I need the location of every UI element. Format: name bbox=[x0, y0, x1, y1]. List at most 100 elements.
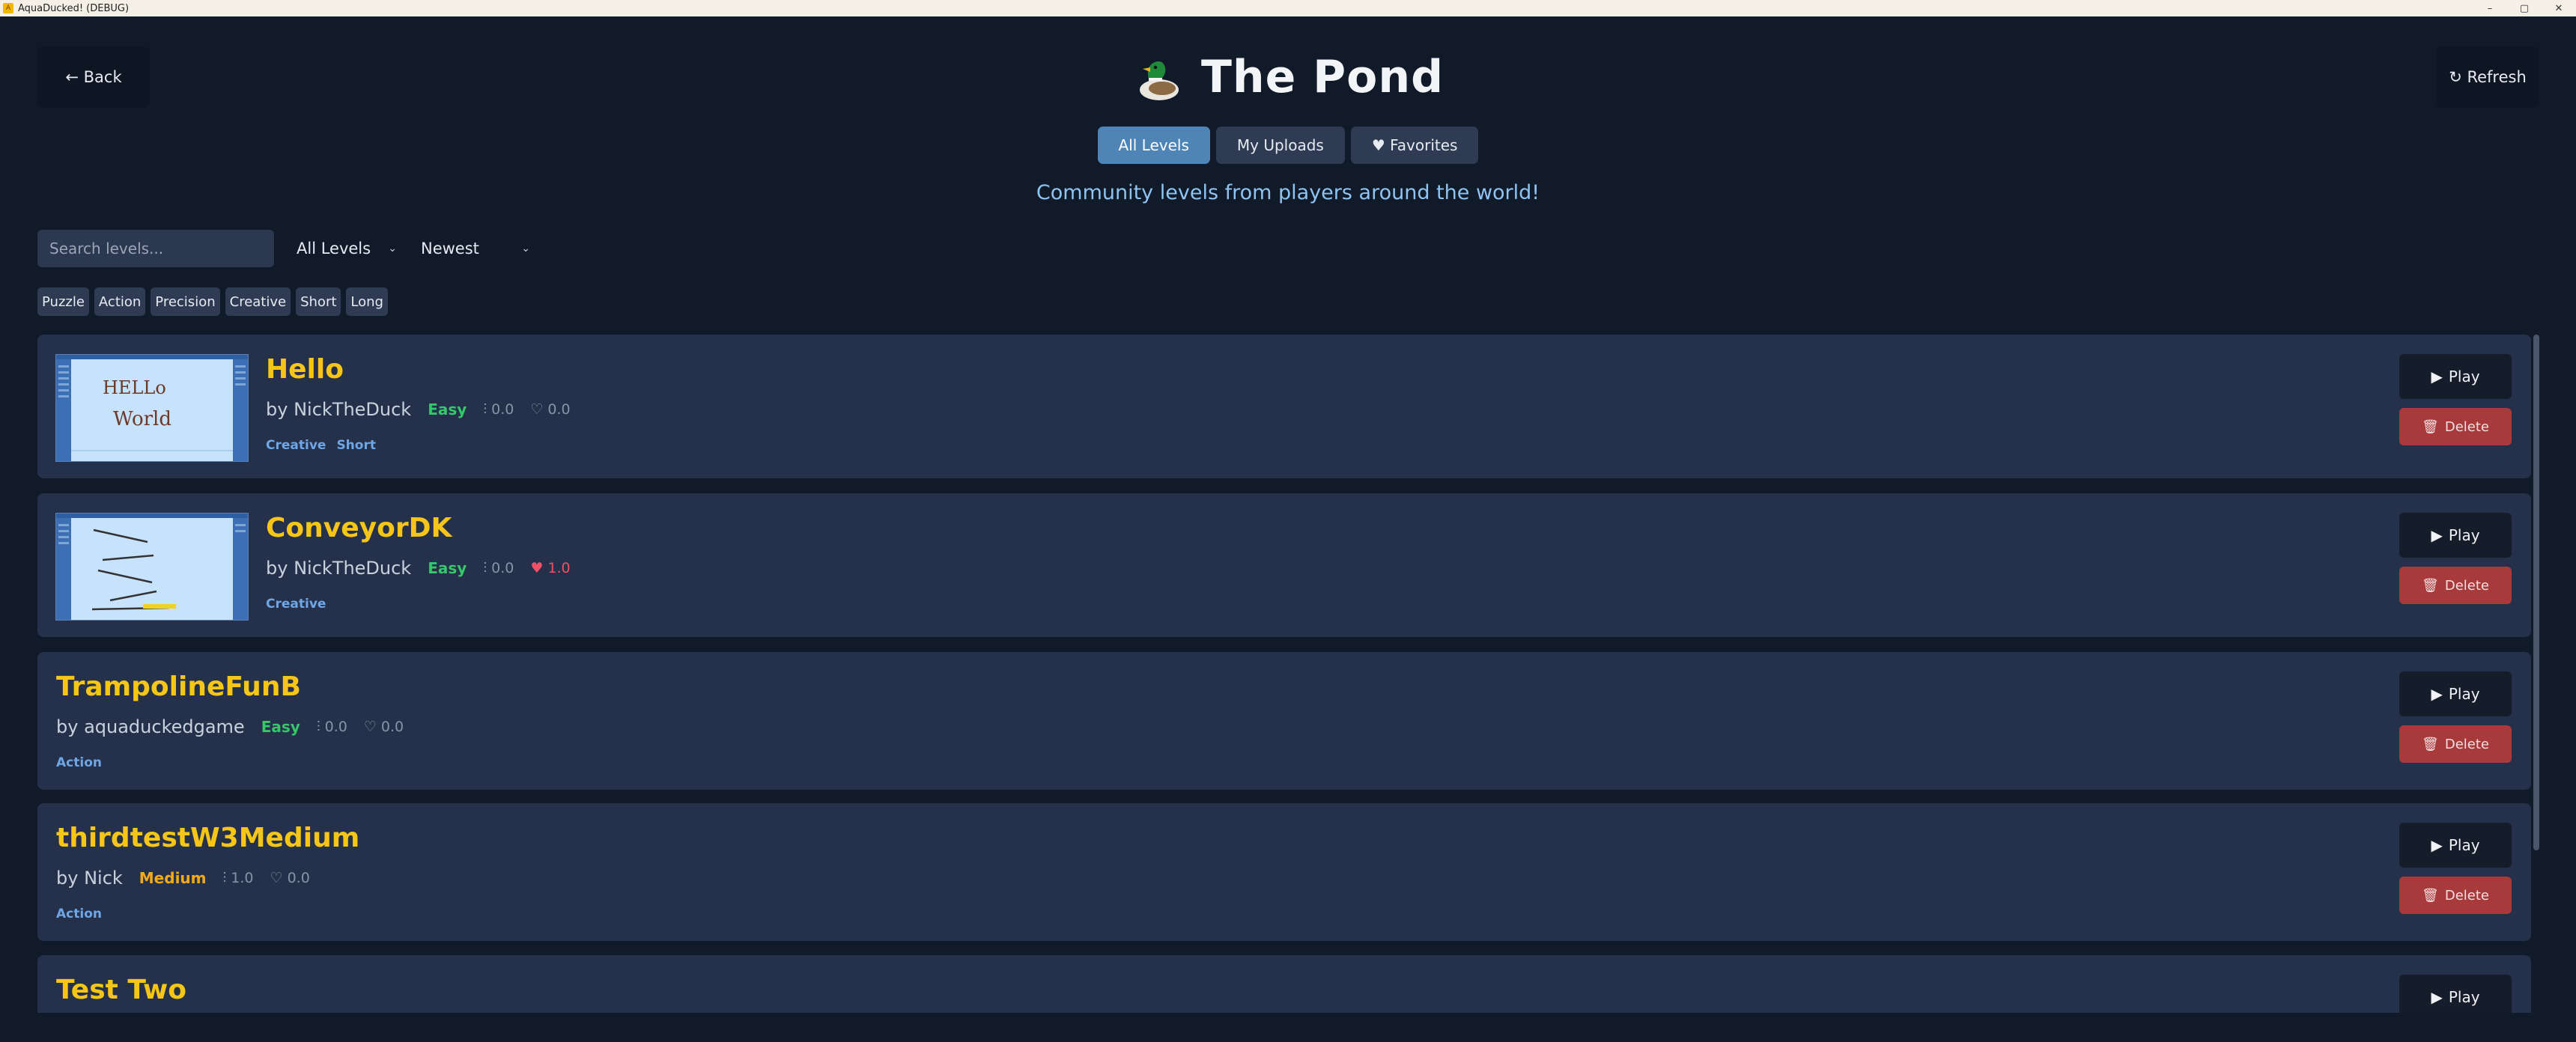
play-label: Play bbox=[2448, 368, 2480, 386]
delete-label: Delete bbox=[2444, 418, 2489, 435]
level-card: Test Two ▶ Play bbox=[37, 955, 2531, 1013]
close-button[interactable]: ✕ bbox=[2542, 0, 2576, 16]
play-button[interactable]: ▶ Play bbox=[2399, 975, 2512, 1013]
likes-count[interactable]: ♥ 1.0 bbox=[530, 560, 570, 576]
level-card: ConveyorDK by NickTheDuck Easy ⫶ 0.0 ♥ 1… bbox=[37, 493, 2531, 637]
level-tags: Action bbox=[56, 907, 102, 921]
tag-filter-chips: Puzzle Action Precision Creative Short L… bbox=[37, 287, 388, 316]
delete-button[interactable]: 🗑 Delete bbox=[2399, 877, 2512, 914]
difficulty-badge: Easy bbox=[428, 559, 467, 577]
likes-count[interactable]: ♡ 0.0 bbox=[364, 719, 404, 735]
list-scrollbar[interactable] bbox=[2533, 335, 2539, 850]
tag-chip-long[interactable]: Long bbox=[346, 287, 388, 316]
window-titlebar: A AquaDucked! (DEBUG) – ▢ ✕ bbox=[0, 0, 2576, 16]
delete-label: Delete bbox=[2444, 577, 2489, 594]
level-title[interactable]: Test Two bbox=[56, 975, 186, 1005]
level-author: by Nick bbox=[56, 868, 123, 889]
play-button[interactable]: ▶ Play bbox=[2399, 823, 2512, 868]
play-label: Play bbox=[2448, 836, 2480, 854]
level-list: HELLo World Hello by NickTheDuck Easy ⫶ … bbox=[37, 335, 2531, 1013]
trash-icon: 🗑 bbox=[2421, 736, 2439, 752]
level-title[interactable]: ConveyorDK bbox=[266, 513, 452, 543]
tag-chip-precision[interactable]: Precision bbox=[151, 287, 220, 316]
play-label: Play bbox=[2448, 526, 2480, 544]
search-input[interactable] bbox=[37, 230, 274, 267]
tag-chip-short[interactable]: Short bbox=[296, 287, 341, 316]
window-controls: – ▢ ✕ bbox=[2473, 0, 2576, 16]
duck-icon bbox=[1139, 61, 1179, 100]
level-title[interactable]: thirdtestW3Medium bbox=[56, 823, 359, 853]
level-card: thirdtestW3Medium by Nick Medium ⫶ 1.0 ♡… bbox=[37, 803, 2531, 941]
play-button[interactable]: ▶ Play bbox=[2399, 671, 2512, 716]
plays-count: ⫶ 1.0 bbox=[222, 870, 254, 886]
difficulty-badge: Medium bbox=[139, 869, 207, 887]
delete-label: Delete bbox=[2444, 736, 2489, 752]
tag-chip-action[interactable]: Action bbox=[94, 287, 146, 316]
level-author: by NickTheDuck bbox=[266, 558, 412, 579]
likes-count[interactable]: ♡ 0.0 bbox=[530, 401, 570, 418]
page-header: The Pond bbox=[0, 46, 2576, 108]
level-thumbnail[interactable] bbox=[55, 513, 249, 621]
tab-my-uploads[interactable]: My Uploads bbox=[1215, 127, 1345, 164]
minimize-button[interactable]: – bbox=[2473, 0, 2507, 16]
level-filter-select[interactable]: All Levels ⌄ bbox=[286, 230, 406, 267]
level-meta: by NickTheDuck Easy ⫶ 0.0 ♥ 1.0 bbox=[266, 558, 571, 579]
difficulty-badge: Easy bbox=[261, 718, 300, 736]
level-tag: Action bbox=[56, 755, 102, 770]
play-icon: ▶ bbox=[2431, 685, 2443, 703]
level-tag: Creative bbox=[266, 597, 326, 612]
thumbnail-text-line2: World bbox=[113, 408, 171, 430]
delete-button[interactable]: 🗑 Delete bbox=[2399, 725, 2512, 763]
level-tag: Creative bbox=[266, 438, 326, 453]
play-button[interactable]: ▶ Play bbox=[2399, 513, 2512, 558]
level-card: HELLo World Hello by NickTheDuck Easy ⫶ … bbox=[37, 335, 2531, 478]
play-icon: ▶ bbox=[2431, 836, 2443, 854]
level-thumbnail[interactable]: HELLo World bbox=[55, 354, 249, 462]
level-title[interactable]: Hello bbox=[266, 354, 344, 385]
tag-chip-puzzle[interactable]: Puzzle bbox=[37, 287, 89, 316]
level-filter-value: All Levels bbox=[297, 240, 371, 258]
trash-icon: 🗑 bbox=[2421, 418, 2439, 435]
likes-count[interactable]: ♡ 0.0 bbox=[270, 870, 310, 886]
level-author: by NickTheDuck bbox=[266, 399, 412, 420]
trash-icon: 🗑 bbox=[2421, 577, 2439, 594]
level-tags: Creative bbox=[266, 597, 326, 612]
level-meta: by NickTheDuck Easy ⫶ 0.0 ♡ 0.0 bbox=[266, 399, 571, 420]
level-tags: Action bbox=[56, 755, 102, 770]
plays-count: ⫶ 0.0 bbox=[316, 719, 347, 735]
delete-button[interactable]: 🗑 Delete bbox=[2399, 408, 2512, 445]
tab-all-levels[interactable]: All Levels bbox=[1097, 127, 1210, 164]
level-meta: by aquaduckedgame Easy ⫶ 0.0 ♡ 0.0 bbox=[56, 716, 404, 737]
app-icon: A bbox=[3, 3, 13, 13]
level-author: by aquaduckedgame bbox=[56, 716, 245, 737]
maximize-button[interactable]: ▢ bbox=[2507, 0, 2542, 16]
sort-select[interactable]: Newest ⌄ bbox=[412, 230, 539, 267]
tab-favorites[interactable]: ♥ Favorites bbox=[1350, 127, 1479, 164]
level-title[interactable]: TrampolineFunB bbox=[56, 671, 301, 702]
play-button[interactable]: ▶ Play bbox=[2399, 354, 2512, 399]
refresh-button[interactable]: ↻ Refresh bbox=[2437, 46, 2539, 108]
play-icon: ▶ bbox=[2431, 988, 2443, 1006]
conveyor-lines bbox=[56, 514, 248, 620]
level-card: TrampolineFunB by aquaduckedgame Easy ⫶ … bbox=[37, 652, 2531, 790]
play-label: Play bbox=[2448, 988, 2480, 1006]
difficulty-badge: Easy bbox=[428, 400, 467, 418]
tag-chip-creative[interactable]: Creative bbox=[225, 287, 291, 316]
chevron-down-icon: ⌄ bbox=[388, 243, 397, 255]
delete-button[interactable]: 🗑 Delete bbox=[2399, 567, 2512, 604]
level-meta: by Nick Medium ⫶ 1.0 ♡ 0.0 bbox=[56, 868, 310, 889]
play-icon: ▶ bbox=[2431, 368, 2443, 386]
page-title: The Pond bbox=[1200, 51, 1445, 103]
plays-count: ⫶ 0.0 bbox=[483, 401, 514, 418]
hello-world-drawing: HELLo World bbox=[56, 355, 248, 461]
thumbnail-text-line1: HELLo bbox=[103, 377, 166, 398]
level-tag: Short bbox=[336, 438, 376, 453]
chevron-down-icon: ⌄ bbox=[521, 243, 530, 255]
level-tags: Creative Short bbox=[266, 438, 376, 453]
plays-count: ⫶ 0.0 bbox=[483, 560, 514, 576]
play-icon: ▶ bbox=[2431, 526, 2443, 544]
delete-label: Delete bbox=[2444, 887, 2489, 904]
play-label: Play bbox=[2448, 685, 2480, 703]
subtitle: Community levels from players around the… bbox=[1036, 181, 1540, 204]
level-tabs: All Levels My Uploads ♥ Favorites bbox=[0, 127, 2576, 164]
